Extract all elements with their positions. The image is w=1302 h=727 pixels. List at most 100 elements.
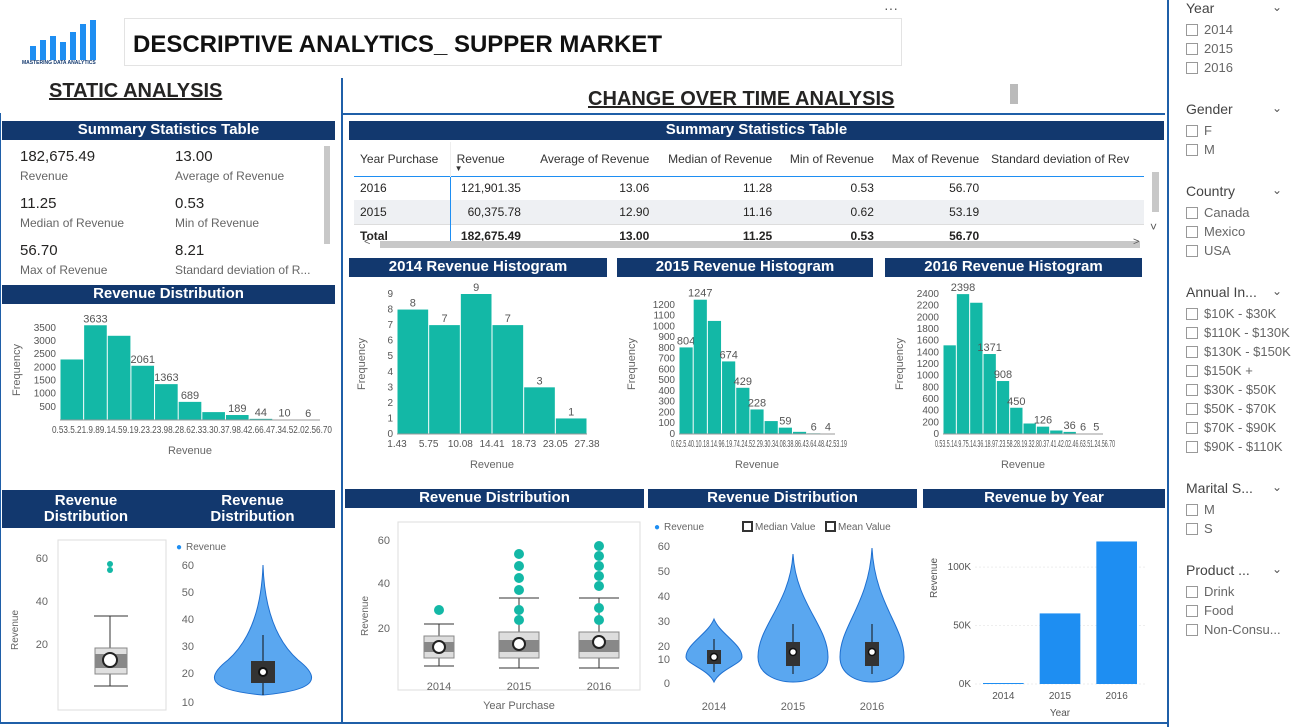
table-row[interactable]: 2015 60,375.78 12.90 11.16 0.62 53.19 — [354, 200, 1144, 224]
cell: 121,901.35 — [449, 176, 527, 200]
filter-option[interactable]: S — [1186, 521, 1213, 536]
filter-option[interactable]: F — [1186, 123, 1212, 138]
checkbox[interactable] — [1186, 23, 1198, 36]
checkbox[interactable] — [1186, 124, 1198, 137]
filter-option[interactable]: $30K - $50K — [1186, 382, 1276, 397]
y-axis-label: Revenue — [929, 558, 940, 598]
y-tick: 600 — [658, 364, 675, 375]
checkbox[interactable] — [1186, 383, 1198, 396]
table-vscroll[interactable] — [1152, 172, 1159, 212]
filter-option[interactable]: 2014 — [1186, 22, 1233, 37]
y-tick: 1000 — [34, 389, 57, 400]
col-header[interactable]: Revenue ▼ — [449, 142, 527, 176]
filter-option[interactable]: M — [1186, 502, 1215, 517]
checkbox[interactable] — [1186, 143, 1198, 156]
col-header[interactable]: Year Purchase — [354, 142, 450, 176]
filter-option[interactable]: $110K - $130K — [1186, 325, 1290, 340]
checkbox[interactable] — [1186, 307, 1198, 320]
checkbox[interactable] — [1186, 61, 1198, 74]
data-label: 908 — [994, 369, 1012, 381]
sort-icon[interactable]: ▼ — [455, 164, 463, 173]
checkbox[interactable] — [1186, 585, 1198, 598]
table-header-row: Year Purchase Revenue ▼ Average of Revenu… — [354, 142, 1144, 176]
filter-option[interactable]: USA — [1186, 243, 1231, 258]
chevron-down-icon[interactable]: ⌄ — [1272, 284, 1282, 298]
filter-option[interactable]: $50K - $70K — [1186, 401, 1276, 416]
filter-option[interactable]: 2015 — [1186, 41, 1233, 56]
histogram-bar — [429, 325, 460, 434]
checkbox[interactable] — [1186, 402, 1198, 415]
checkbox[interactable] — [1186, 440, 1198, 453]
filter-option[interactable]: $90K - $110K — [1186, 439, 1283, 454]
mid-box-header: Revenue Distribution — [345, 489, 644, 508]
x-axis-label: Revenue — [735, 459, 779, 471]
x-tick: 2015 — [1049, 691, 1072, 702]
filter-option[interactable]: M — [1186, 142, 1215, 157]
data-label: 3633 — [83, 313, 107, 325]
filter-option-label: $30K - $50K — [1204, 382, 1277, 397]
checkbox[interactable] — [1186, 42, 1198, 55]
chevron-down-icon[interactable]: ⌄ — [1272, 562, 1282, 576]
y-tick: 3500 — [34, 323, 57, 334]
checkbox[interactable] — [1186, 503, 1198, 516]
checkbox[interactable] — [1186, 345, 1198, 358]
filter-option[interactable]: Food — [1186, 603, 1234, 618]
checkbox[interactable] — [1186, 623, 1198, 636]
y-tick: 8 — [387, 305, 393, 316]
checkbox[interactable] — [1186, 522, 1198, 535]
checkbox[interactable] — [1186, 206, 1198, 219]
filter-option[interactable]: Canada — [1186, 205, 1250, 220]
data-label: 6 — [811, 421, 817, 433]
histogram-bar — [764, 421, 778, 434]
data-label: 9 — [473, 282, 479, 294]
col-header[interactable]: Min of Revenue — [778, 142, 880, 176]
more-options-icon[interactable]: ··· — [884, 0, 898, 16]
filter-option[interactable]: $150K + — [1186, 363, 1253, 378]
filter-option[interactable]: Drink — [1186, 584, 1234, 599]
table-row[interactable]: 2016 121,901.35 13.06 11.28 0.53 56.70 — [354, 176, 1144, 200]
chevron-down-icon[interactable]: ⌄ — [1272, 480, 1282, 494]
filter-option-label: $50K - $70K — [1204, 401, 1277, 416]
scroll-marker[interactable] — [1010, 84, 1018, 104]
chevron-down-icon[interactable]: ⌄ — [1272, 101, 1282, 115]
chevron-down-icon[interactable]: ⌄ — [1272, 183, 1282, 197]
checkbox[interactable] — [1186, 604, 1198, 617]
col-header[interactable]: Standard deviation of Rev — [985, 142, 1144, 176]
y-tick: 400 — [658, 386, 675, 397]
stat-median: 11.25 Median of Revenue — [20, 195, 124, 230]
histogram-bar — [736, 387, 750, 434]
checkbox[interactable] — [1186, 364, 1198, 377]
col-header[interactable]: Max of Revenue — [880, 142, 985, 176]
cell: 2015 — [360, 204, 387, 219]
y-tick: 20 — [378, 623, 390, 635]
scroll-right-icon[interactable]: > — [1133, 236, 1139, 248]
cell — [985, 176, 1144, 200]
filter-option[interactable]: Non-Consu... — [1186, 622, 1281, 637]
stat-label: Average of Revenue — [175, 169, 285, 183]
x-axis-label: Year — [1050, 708, 1071, 719]
filter-option-label: M — [1204, 142, 1215, 157]
summary-left-scrollbar[interactable] — [324, 146, 330, 244]
table-hscroll[interactable] — [380, 241, 1140, 248]
col-header[interactable]: Average of Revenue — [527, 142, 655, 176]
filter-option[interactable]: $70K - $90K — [1186, 420, 1276, 435]
logo-text: MASTERING DATA ANALYTICS — [22, 60, 96, 66]
data-label: 2061 — [130, 354, 154, 366]
y-tick: 20 — [658, 641, 670, 653]
filter-option[interactable]: $130K - $150K — [1186, 344, 1291, 359]
filter-option[interactable]: Mexico — [1186, 224, 1245, 239]
checkbox[interactable] — [1186, 421, 1198, 434]
static-heading: STATIC ANALYSIS — [49, 80, 223, 102]
filter-option-label: Food — [1204, 603, 1234, 618]
cell — [985, 200, 1144, 224]
col-header[interactable]: Median of Revenue — [655, 142, 778, 176]
scroll-left-icon[interactable]: < — [364, 236, 370, 248]
checkbox[interactable] — [1186, 244, 1198, 257]
scroll-down-icon[interactable]: ˅ — [1150, 220, 1157, 234]
filter-option[interactable]: 2016 — [1186, 60, 1233, 75]
checkbox[interactable] — [1186, 225, 1198, 238]
chevron-down-icon[interactable]: ⌄ — [1272, 0, 1282, 14]
checkbox[interactable] — [1186, 326, 1198, 339]
filter-option[interactable]: $10K - $30K — [1186, 306, 1276, 321]
filter-option-label: USA — [1204, 243, 1231, 258]
